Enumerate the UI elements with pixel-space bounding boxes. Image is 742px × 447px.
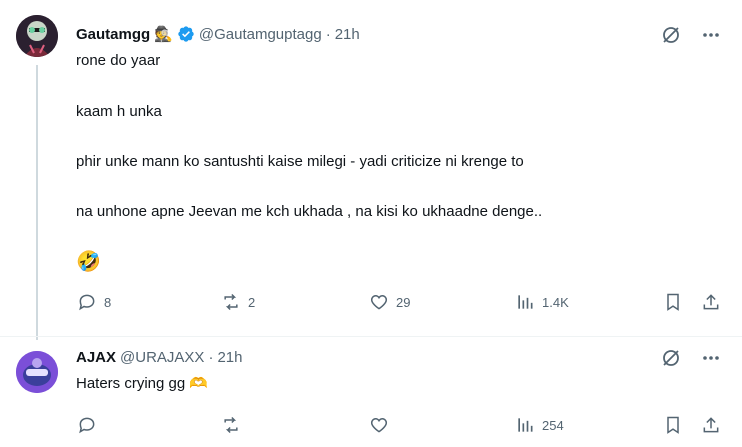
grok-icon[interactable] <box>660 24 682 46</box>
bookmark-icon <box>662 291 684 313</box>
name-emoji: 🕵 <box>154 26 173 43</box>
bookmark-button[interactable] <box>662 414 684 436</box>
tweet[interactable]: Gautamgg 🕵 @Gautamguptagg · 21h rone do … <box>0 0 742 340</box>
tweet-emoji: 🤣 <box>76 251 101 273</box>
action-bar: 8 2 29 1.4K <box>76 291 726 315</box>
like-icon <box>368 291 390 313</box>
views-button[interactable]: 254 <box>514 414 564 436</box>
repost-button[interactable] <box>220 414 248 436</box>
share-button[interactable] <box>700 291 722 313</box>
avatar[interactable] <box>16 15 58 57</box>
views-icon <box>514 291 536 313</box>
like-icon <box>368 414 390 436</box>
handle[interactable]: @Gautamguptagg <box>199 26 322 43</box>
display-name[interactable]: AJAX <box>76 349 116 366</box>
more-icon[interactable] <box>700 24 722 46</box>
repost-icon <box>220 414 242 436</box>
repost-icon <box>220 291 242 313</box>
top-actions <box>660 24 722 46</box>
views-button[interactable]: 1.4K <box>514 291 569 313</box>
like-count: 29 <box>396 294 411 310</box>
thread-line <box>36 65 38 340</box>
verified-icon <box>177 25 195 43</box>
avatar[interactable] <box>16 351 58 393</box>
reply-icon <box>76 291 98 313</box>
tweet-header: Gautamgg 🕵 @Gautamguptagg · 21h <box>76 23 360 45</box>
separator: · <box>325 25 331 43</box>
share-icon <box>700 414 722 436</box>
timestamp[interactable]: 21h <box>335 26 360 43</box>
timestamp[interactable]: 21h <box>217 349 242 366</box>
bookmark-icon <box>662 414 684 436</box>
display-name[interactable]: Gautamgg <box>76 26 150 43</box>
like-button[interactable]: 29 <box>368 291 410 313</box>
view-count: 1.4K <box>542 294 569 310</box>
tweet[interactable]: AJAX @URAJAXX · 21h Haters crying gg 🫶 2… <box>0 336 742 447</box>
reply-button[interactable]: 8 <box>76 291 111 313</box>
reply-button[interactable] <box>76 414 104 436</box>
repost-button[interactable]: 2 <box>220 291 255 313</box>
bookmark-button[interactable] <box>662 291 684 313</box>
views-icon <box>514 414 536 436</box>
share-button[interactable] <box>700 414 722 436</box>
action-bar: 254 <box>76 414 726 438</box>
more-icon[interactable] <box>700 347 722 369</box>
grok-icon[interactable] <box>660 347 682 369</box>
reply-count: 8 <box>104 294 112 310</box>
repost-count: 2 <box>248 294 256 310</box>
like-button[interactable] <box>368 414 396 436</box>
top-actions <box>660 347 722 369</box>
share-icon <box>700 291 722 313</box>
tweet-text-line: kaam h unka <box>76 103 162 120</box>
handle[interactable]: @URAJAXX <box>120 349 204 366</box>
tweet-text-line: Haters crying gg 🫶 <box>76 375 209 392</box>
tweet-text-line: phir unke mann ko santushti kaise milegi… <box>76 153 524 170</box>
tweet-header: AJAX @URAJAXX · 21h <box>76 346 242 368</box>
separator: · <box>208 348 214 366</box>
tweet-text-line: rone do yaar <box>76 52 161 69</box>
view-count: 254 <box>542 417 564 433</box>
tweet-text-line: na unhone apne Jeevan me kch ukhada , na… <box>76 203 543 220</box>
reply-icon <box>76 414 98 436</box>
